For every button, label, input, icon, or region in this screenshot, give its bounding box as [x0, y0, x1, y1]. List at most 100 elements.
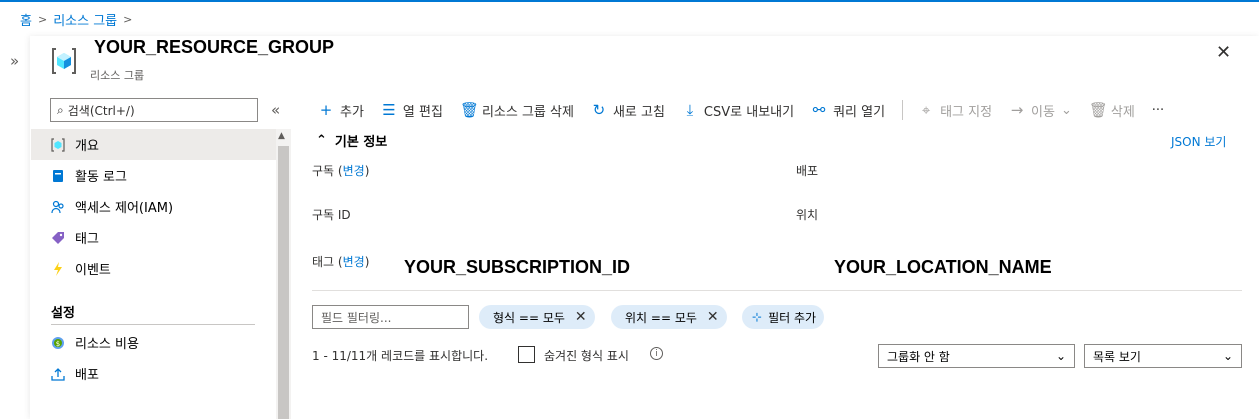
add-button[interactable]: + 추가: [318, 101, 364, 120]
sidebar-item-label: 활동 로그: [75, 170, 127, 185]
field-filter-input[interactable]: 필드 필터링...: [312, 305, 469, 329]
tag-icon: ⌖: [921, 101, 931, 119]
sidebar-item-label: 이벤트: [75, 263, 111, 278]
add-label: 추가: [340, 104, 364, 120]
columns-icon: ☰: [382, 101, 396, 119]
sidebar-item-activity-log[interactable]: 활동 로그: [31, 160, 276, 191]
subscription-id-value: YOUR_SUBSCRIPTION_ID: [404, 257, 631, 277]
collapse-menu-icon[interactable]: «: [271, 101, 280, 119]
open-query-label: 쿼리 열기: [833, 104, 886, 120]
add-filter-label: 필터 추가: [768, 310, 817, 325]
chevron-down-icon: ⌄: [1060, 102, 1072, 118]
view-dropdown[interactable]: 목록 보기 ⌄: [1084, 344, 1242, 368]
add-filter-button[interactable]: ⊹ 필터 추가: [742, 305, 825, 329]
command-bar: + 추가 ☰ 열 편집 🗑 리소스 그룹 삭제 ↻ 새로 고침 ⤓ CSV로 내보내기 ⚯…: [318, 99, 1181, 121]
query-icon: ⚯: [812, 101, 826, 119]
refresh-icon: ↻: [592, 101, 606, 119]
upload-icon: [51, 367, 65, 381]
sidebar-divider: [51, 324, 255, 325]
tags-change-link[interactable]: 변경: [343, 255, 365, 269]
breadcrumb: 홈 > 리소스 그룹 >: [20, 10, 132, 29]
toolbar-divider: [902, 100, 904, 120]
delete-resource-group-button[interactable]: 🗑 리소스 그룹 삭제: [460, 101, 574, 120]
sidebar-item-label: 배포: [75, 368, 99, 383]
chevron-right-icon: >: [37, 13, 48, 26]
search-icon: ⌕: [57, 102, 64, 117]
scrollbar-thumb[interactable]: [278, 146, 289, 419]
trash-icon: 🗑: [459, 101, 479, 119]
edit-columns-button[interactable]: ☰ 열 편집: [381, 101, 443, 120]
delete-button[interactable]: 🗑 삭제: [1089, 101, 1135, 120]
chevron-right-icon: >: [123, 13, 133, 26]
page-subtitle: 리소스 그룹: [90, 69, 145, 82]
more-button[interactable]: ···: [1152, 103, 1164, 118]
top-accent-line: [0, 0, 1259, 2]
tags-label-text: 태그: [312, 255, 335, 269]
filter-add-icon: ⊹: [752, 310, 763, 324]
location-label: 위치: [796, 208, 819, 222]
close-icon[interactable]: ✕: [1216, 42, 1231, 63]
export-csv-label: CSV로 내보내기: [703, 104, 795, 120]
export-csv-button[interactable]: ⤓ CSV로 내보내기: [682, 101, 794, 120]
more-label: ···: [1151, 102, 1165, 118]
expand-menu-icon[interactable]: »: [10, 52, 19, 70]
record-count: 1 - 11/11개 레코드를 표시합니다.: [312, 349, 489, 363]
essentials-heading: 기본 정보: [334, 135, 388, 150]
chevron-down-icon: ⌄: [1222, 349, 1233, 363]
chevron-up-icon: ⌃: [316, 133, 327, 148]
essentials-toggle[interactable]: ⌃ 기본 정보: [316, 131, 387, 150]
sidebar-item-label: 리소스 비용: [75, 337, 139, 352]
essentials-divider: [312, 290, 1242, 291]
page-title: YOUR_RESOURCE_GROUP: [94, 37, 335, 57]
sidebar-item-label: 액세스 제어(IAM): [75, 201, 174, 216]
sidebar: 개요 활동 로그 액세스 제어(IAM) 태그 이벤트 설정 $ 리소스 비용 …: [31, 129, 276, 419]
subscription-id-label: 구독 ID: [312, 208, 351, 222]
json-view-link[interactable]: JSON 보기: [1171, 133, 1226, 150]
svg-text:$: $: [56, 340, 60, 348]
location-value: YOUR_LOCATION_NAME: [834, 257, 1052, 277]
close-icon[interactable]: ✕: [575, 309, 587, 325]
plus-icon: +: [319, 101, 333, 119]
lightning-icon: [51, 261, 65, 276]
arrow-right-icon: →: [1010, 101, 1024, 119]
breadcrumb-resource-groups[interactable]: 리소스 그룹: [53, 10, 117, 29]
sidebar-item-label: 태그: [75, 232, 99, 247]
subscription-change-link[interactable]: 변경: [343, 164, 365, 178]
sidebar-item-iam[interactable]: 액세스 제어(IAM): [31, 191, 276, 222]
sidebar-item-label: 개요: [75, 139, 99, 154]
cost-icon: $: [51, 336, 65, 350]
search-placeholder: 검색(Ctrl+/): [67, 103, 135, 118]
tags-label: 태그 (변경): [312, 255, 370, 269]
breadcrumb-home[interactable]: 홈: [20, 10, 32, 29]
assign-tags-button[interactable]: ⌖ 태그 지정: [918, 101, 992, 120]
close-icon[interactable]: ✕: [707, 309, 719, 325]
info-icon[interactable]: i: [650, 347, 663, 360]
show-hidden-types-checkbox[interactable]: [518, 346, 535, 363]
type-filter-pill[interactable]: 형식 == 모두 ✕: [479, 305, 595, 329]
tag-icon: [51, 231, 65, 245]
sidebar-item-deployments[interactable]: 배포: [31, 358, 276, 389]
sidebar-item-tags[interactable]: 태그: [31, 222, 276, 253]
assign-tags-label: 태그 지정: [940, 104, 993, 120]
group-by-dropdown[interactable]: 그룹화 안 함 ⌄: [878, 344, 1075, 368]
subscription-label-text: 구독: [312, 164, 335, 178]
resource-group-icon: [51, 137, 65, 152]
move-button[interactable]: → 이동 ⌄: [1009, 101, 1072, 120]
view-value: 목록 보기: [1093, 349, 1141, 364]
edit-columns-label: 열 편집: [402, 104, 443, 120]
type-filter-label: 형식 == 모두: [493, 310, 565, 325]
subscription-label: 구독 (변경): [312, 164, 370, 178]
delete-group-label: 리소스 그룹 삭제: [481, 104, 574, 120]
location-filter-pill[interactable]: 위치 == 모두 ✕: [611, 305, 727, 329]
location-filter-label: 위치 == 모두: [625, 310, 697, 325]
search-input[interactable]: ⌕ 검색(Ctrl+/): [50, 98, 258, 122]
sidebar-item-overview[interactable]: 개요: [31, 129, 276, 160]
sidebar-item-cost[interactable]: $ 리소스 비용: [31, 327, 276, 358]
open-query-button[interactable]: ⚯ 쿼리 열기: [811, 101, 885, 120]
chevron-down-icon: ⌄: [1055, 349, 1066, 363]
sidebar-item-events[interactable]: 이벤트: [31, 253, 276, 284]
refresh-button[interactable]: ↻ 새로 고침: [591, 101, 665, 120]
move-label: 이동: [1031, 104, 1055, 120]
show-hidden-types-label: 숨겨진 형식 표시: [544, 349, 629, 363]
scroll-up-icon[interactable]: ▲: [278, 131, 285, 141]
